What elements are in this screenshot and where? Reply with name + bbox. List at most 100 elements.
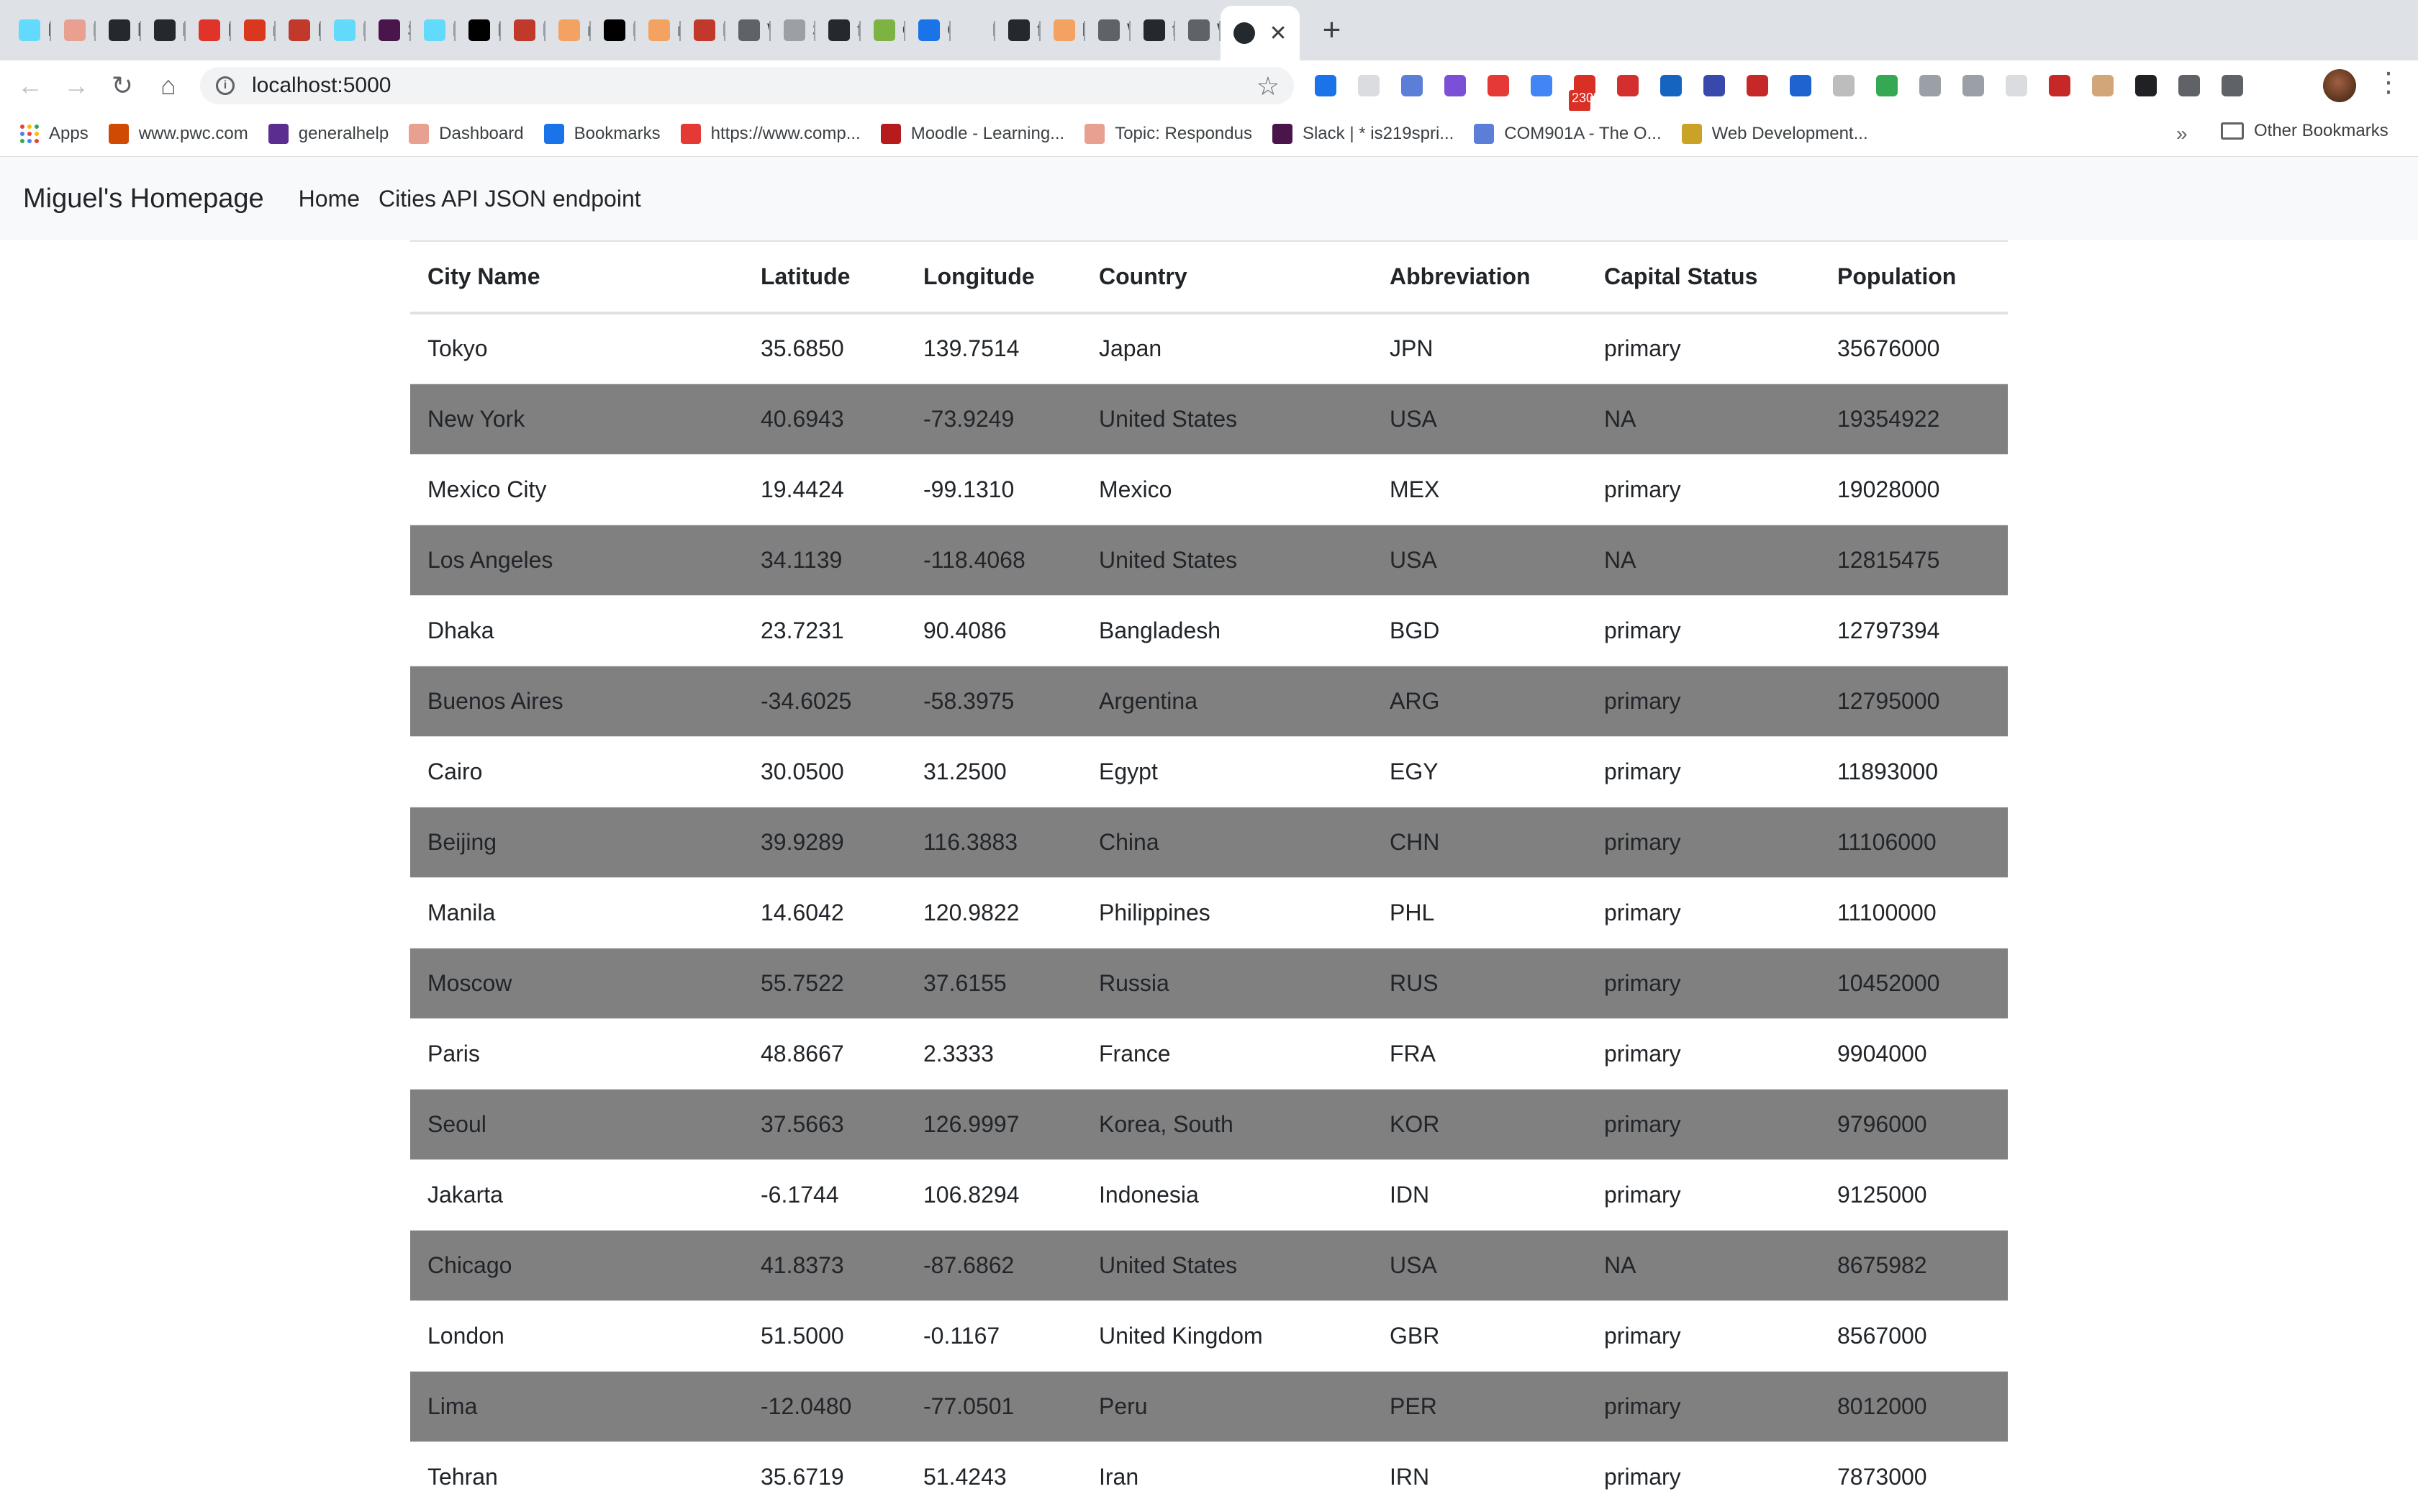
- extension-icon[interactable]: [1957, 70, 1989, 101]
- browser-tab[interactable]: New Ta: [951, 8, 995, 53]
- extension-icon[interactable]: [1353, 70, 1385, 101]
- cell-capital-status: primary: [1587, 453, 1820, 525]
- browser-tab[interactable]: Cr: [905, 8, 951, 53]
- browser-tab[interactable]: Re: [276, 8, 321, 53]
- cell-capital-status: primary: [1587, 1441, 1820, 1512]
- extension-icon[interactable]: [1439, 70, 1471, 101]
- browser-tab[interactable]: rea: [635, 8, 681, 53]
- table-row: London 51.5000 -0.1167 United Kingdom GBR pri…: [410, 1300, 2008, 1371]
- browser-tab[interactable]: Re: [6, 8, 51, 53]
- reload-button[interactable]: ↻: [99, 63, 145, 109]
- extension-icon[interactable]: [2173, 70, 2205, 101]
- browser-tab[interactable]: Re: [456, 8, 501, 53]
- address-bar[interactable]: i localhost:5000 ☆: [200, 67, 1294, 104]
- cell-longitude: -118.4068: [906, 524, 1082, 595]
- nav-link-cities-api[interactable]: Cities API JSON endpoint: [379, 186, 641, 212]
- extension-icon[interactable]: [1698, 70, 1730, 101]
- browser-tab[interactable]: ka: [141, 8, 186, 53]
- bookmark-item[interactable]: Topic: Respondus: [1085, 123, 1252, 144]
- browser-tab[interactable]: Sc: [771, 8, 815, 53]
- tab-list: ReHokakaMcreaReReSlaReReRereaMyreaReWeSc…: [0, 0, 1354, 60]
- bookmark-item[interactable]: generalhelp: [268, 123, 389, 144]
- extension-icon[interactable]: [1785, 70, 1816, 101]
- browser-tab[interactable]: rea: [545, 8, 591, 53]
- bookmark-item[interactable]: Dashboard: [409, 123, 524, 144]
- bookmark-item[interactable]: https://www.comp...: [680, 123, 861, 144]
- back-button[interactable]: ←: [7, 63, 53, 109]
- extension-icon[interactable]: 2305!: [1569, 70, 1604, 112]
- extension-icon[interactable]: [1655, 70, 1687, 101]
- bookmark-label: Moodle - Learning...: [910, 123, 1065, 143]
- browser-tab[interactable]: Re: [321, 8, 366, 53]
- cell-abbreviation: FRA: [1372, 1018, 1587, 1089]
- table-row: Buenos Aires -34.6025 -58.3975 Argentina ARG…: [410, 665, 2008, 736]
- extension-icon[interactable]: [2044, 70, 2075, 101]
- tab-active[interactable]: ✕: [1220, 6, 1300, 60]
- browser-tab[interactable]: Re: [501, 8, 545, 53]
- url-text[interactable]: localhost:5000: [252, 73, 391, 98]
- tab-favicon-icon: [289, 19, 310, 41]
- bookmark-apps[interactable]: Apps: [20, 124, 89, 144]
- browser-tab[interactable]: We: [725, 8, 771, 53]
- cell-population: 35676000: [1820, 312, 2008, 384]
- extension-icon[interactable]: [1526, 70, 1557, 101]
- site-info-icon[interactable]: i: [216, 76, 235, 95]
- browser-menu-icon[interactable]: ⋮: [2375, 66, 2402, 99]
- tab-favicon-icon: [873, 19, 895, 41]
- extension-icon[interactable]: [2087, 70, 2119, 101]
- extension-icon[interactable]: [1396, 70, 1428, 101]
- browser-toolbar: ← → ↻ ⌂ i localhost:5000 ☆ 2305! ⋮: [0, 60, 2418, 112]
- extension-icon[interactable]: [2130, 70, 2162, 101]
- nav-link-home[interactable]: Home: [299, 186, 360, 212]
- profile-avatar[interactable]: [2323, 69, 2356, 102]
- extension-icon[interactable]: [2216, 70, 2248, 101]
- browser-tab[interactable]: fla: [815, 8, 861, 53]
- extension-icon[interactable]: [2001, 70, 2032, 101]
- extension-icon[interactable]: [1828, 70, 1860, 101]
- browser-tab[interactable]: We: [1175, 8, 1221, 53]
- bookmark-item[interactable]: Web Development...: [1681, 123, 1868, 144]
- browser-tab[interactable]: Sla: [366, 8, 411, 53]
- browser-tab[interactable]: ka: [96, 8, 141, 53]
- bookmark-item[interactable]: Moodle - Learning...: [880, 123, 1065, 144]
- browser-tab[interactable]: htt: [1041, 8, 1085, 53]
- close-tab-icon[interactable]: ✕: [1269, 21, 1287, 46]
- browser-tab[interactable]: Ho: [51, 8, 96, 53]
- extension-icon[interactable]: [1914, 70, 1946, 101]
- cell-population: 10452000: [1820, 947, 2008, 1018]
- browser-tab[interactable]: Mc: [186, 8, 231, 53]
- bookmark-favicon-icon: [1085, 123, 1105, 144]
- cell-capital-status: NA: [1587, 524, 1820, 595]
- browser-tab[interactable]: Re: [411, 8, 456, 53]
- other-bookmarks[interactable]: Other Bookmarks: [2221, 121, 2388, 141]
- browser-tab[interactable]: CS: [861, 8, 905, 53]
- new-tab-button[interactable]: +: [1310, 8, 1354, 53]
- extension-icon[interactable]: [1871, 70, 1903, 101]
- bookmark-star-icon[interactable]: ☆: [1256, 71, 1280, 101]
- bookmark-item[interactable]: COM901A - The O...: [1474, 123, 1662, 144]
- bookmark-item[interactable]: Slack | * is219spri...: [1272, 123, 1454, 144]
- browser-tab[interactable]: Re: [681, 8, 725, 53]
- navbar-brand[interactable]: Miguel's Homepage: [23, 184, 264, 214]
- bookmarks-overflow-icon[interactable]: »: [2176, 122, 2188, 145]
- extension-icon[interactable]: [1612, 70, 1644, 101]
- tab-favicon-icon: [1008, 19, 1030, 41]
- browser-tab[interactable]: fla: [1131, 8, 1175, 53]
- browser-tab[interactable]: We: [1085, 8, 1131, 53]
- extension-icon[interactable]: [1742, 70, 1773, 101]
- cell-latitude: 48.8667: [743, 1018, 906, 1089]
- home-button[interactable]: ⌂: [145, 63, 191, 109]
- cell-city-name: Chicago: [410, 1229, 743, 1300]
- cell-longitude: 51.4243: [906, 1441, 1082, 1512]
- extension-icon[interactable]: [1482, 70, 1514, 101]
- bookmark-item[interactable]: www.pwc.com: [108, 123, 248, 144]
- browser-tab[interactable]: rea: [231, 8, 276, 53]
- browser-tab[interactable]: fla: [995, 8, 1041, 53]
- header-population: Population: [1820, 240, 2008, 314]
- cell-latitude: 30.0500: [743, 735, 906, 807]
- extension-icon[interactable]: [1310, 70, 1341, 101]
- forward-button[interactable]: →: [53, 63, 99, 109]
- browser-tab[interactable]: My: [591, 8, 635, 53]
- table-row: Jakarta -6.1744 106.8294 Indonesia IDN primar…: [410, 1159, 2008, 1230]
- bookmark-item[interactable]: Bookmarks: [543, 123, 661, 144]
